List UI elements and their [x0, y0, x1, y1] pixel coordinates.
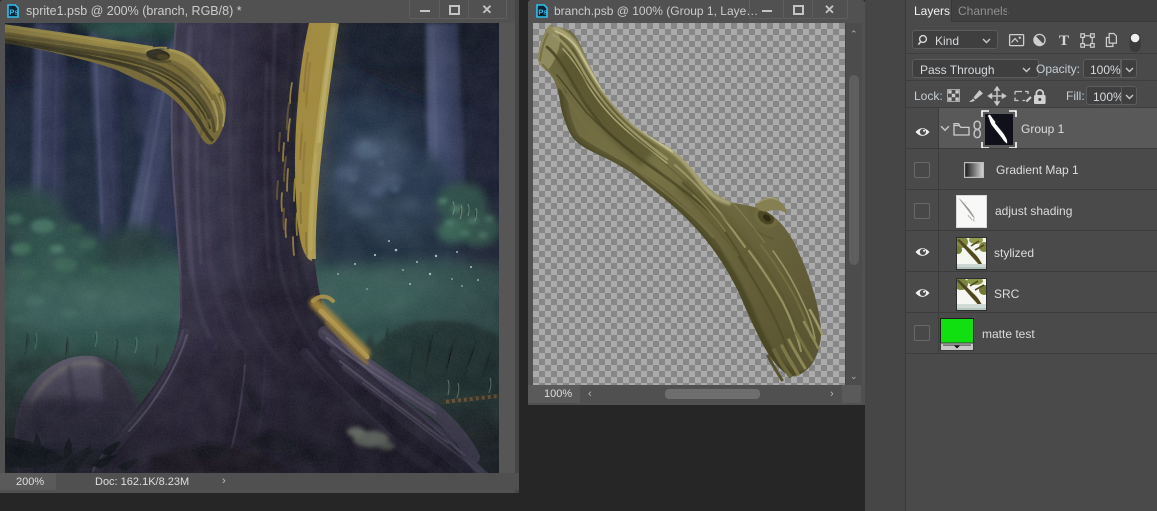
- svg-text:T: T: [1059, 33, 1069, 49]
- svg-text:Ps: Ps: [9, 8, 18, 17]
- svg-text:Ps: Ps: [538, 8, 547, 17]
